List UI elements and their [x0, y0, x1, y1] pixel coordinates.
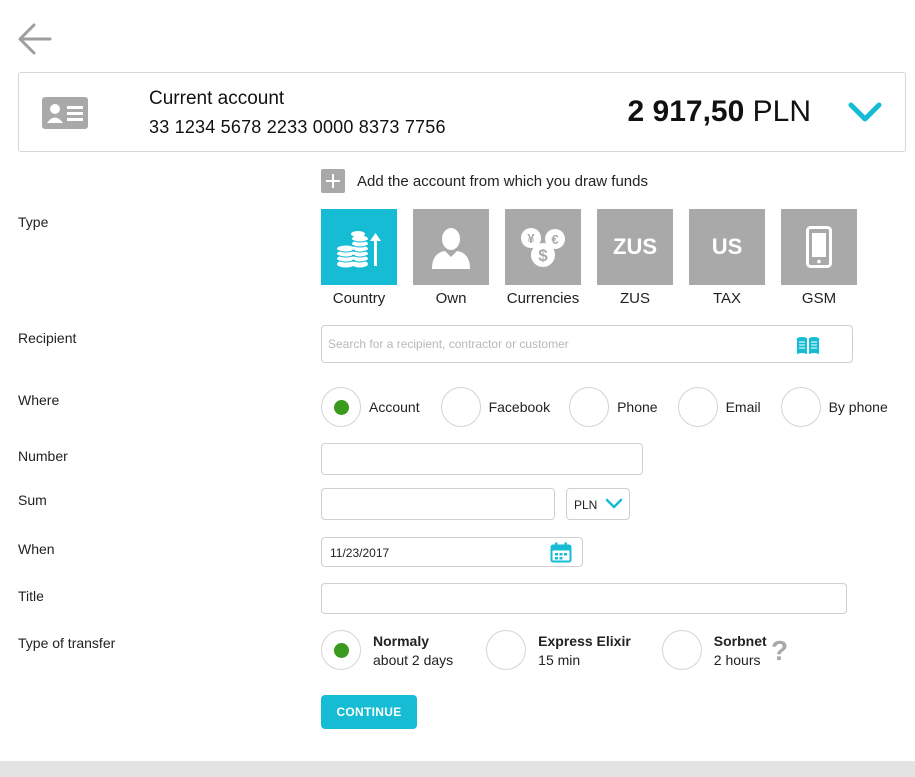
- transfer-speed-options: Normaly about 2 days Express Elixir 15 m…: [321, 630, 767, 670]
- transfer-option-desc: 15 min: [538, 652, 581, 668]
- radio-button[interactable]: [321, 387, 361, 427]
- radio-button[interactable]: [486, 630, 527, 670]
- radio-button[interactable]: [321, 630, 361, 670]
- transfer-option-normaly[interactable]: Normaly about 2 days: [321, 630, 453, 670]
- svg-text:¥: ¥: [527, 231, 535, 246]
- transfer-type-tiles: Country Own ¥ € $ Currencies ZUS ZUS US …: [321, 209, 873, 307]
- transfer-option-express-elixir[interactable]: Express Elixir 15 min: [486, 630, 631, 670]
- number-label: Number: [18, 448, 68, 464]
- radio-button[interactable]: [440, 387, 481, 427]
- type-label: Type: [18, 214, 49, 230]
- where-option-by-phone[interactable]: By phone: [780, 387, 888, 427]
- where-option-label: Email: [725, 399, 761, 415]
- where-option-label: Phone: [617, 399, 658, 415]
- account-selector[interactable]: Current account 33 1234 5678 2233 0000 8…: [18, 72, 906, 152]
- person-icon: [432, 228, 470, 269]
- balance-amount: 2 917,50: [627, 95, 745, 128]
- type-tile-currencies[interactable]: ¥ € $ Currencies: [505, 209, 581, 307]
- account-balance: 2 917,50 PLN: [628, 95, 811, 129]
- title-label: Title: [18, 588, 44, 604]
- chevron-down-icon: [605, 498, 623, 509]
- date-value: 11/23/2017: [330, 546, 390, 560]
- recipient-label: Recipient: [18, 330, 77, 346]
- add-source-account-label: Add the account from which you draw fund…: [357, 172, 648, 190]
- sum-input[interactable]: [322, 489, 554, 519]
- continue-button[interactable]: CONTINUE: [321, 695, 417, 729]
- type-tile-country[interactable]: Country: [321, 209, 397, 307]
- number-field: [321, 443, 643, 475]
- transfer-option-sorbnet[interactable]: Sorbnet 2 hours: [661, 630, 767, 670]
- where-option-label: Account: [369, 399, 420, 415]
- add-source-account-button[interactable]: Add the account from which you draw fund…: [321, 169, 648, 193]
- type-tile-label: Currencies: [506, 290, 580, 307]
- recipient-search-input[interactable]: [328, 334, 788, 354]
- footer-bar: [0, 761, 915, 777]
- back-arrow-icon[interactable]: [16, 22, 52, 56]
- transfer-option-desc: about 2 days: [373, 652, 454, 668]
- coins-growth-icon: [336, 231, 381, 268]
- where-label: Where: [18, 392, 60, 408]
- transfer-option-name: Express Elixir: [538, 633, 631, 649]
- type-of-transfer-label: Type of transfer: [18, 635, 116, 651]
- where-option-facebook[interactable]: Facebook: [440, 387, 551, 427]
- title-field: [321, 583, 847, 614]
- address-book-icon[interactable]: [796, 335, 820, 355]
- where-option-account[interactable]: Account: [321, 387, 420, 427]
- type-tile-own[interactable]: Own: [413, 209, 489, 307]
- type-tile-label: ZUS: [620, 290, 650, 307]
- zus-icon: ZUS: [613, 234, 657, 259]
- currency-value: PLN: [574, 498, 598, 512]
- balance-currency: PLN: [752, 95, 811, 128]
- transfer-option-name: Normaly: [373, 633, 430, 649]
- chevron-down-icon[interactable]: [847, 100, 883, 124]
- currency-select[interactable]: PLN: [566, 488, 630, 520]
- radio-button[interactable]: [780, 387, 821, 427]
- transfer-option-desc: 2 hours: [713, 652, 761, 668]
- transfer-option-name: Sorbnet: [713, 633, 767, 649]
- type-tile-zus[interactable]: ZUS ZUS: [597, 209, 673, 307]
- svg-text:€: €: [551, 232, 558, 247]
- id-card-icon: [42, 97, 88, 129]
- help-icon[interactable]: ?: [771, 636, 793, 666]
- currency-exchange-icon: ¥ € $: [521, 228, 565, 267]
- calendar-icon[interactable]: [550, 542, 572, 563]
- radio-button[interactable]: [661, 630, 702, 670]
- where-option-phone[interactable]: Phone: [569, 387, 658, 427]
- svg-text:$: $: [538, 246, 548, 265]
- type-tile-gsm[interactable]: GSM: [781, 209, 857, 307]
- plus-icon: [321, 169, 345, 193]
- type-tile-label: GSM: [801, 290, 837, 307]
- where-options: Account Facebook Phone Email By phone: [321, 387, 888, 427]
- type-tile-label: TAX: [712, 290, 742, 307]
- account-number: 33 1234 5678 2233 0000 8373 7756: [149, 117, 446, 137]
- type-tile-label: Country: [332, 290, 386, 307]
- date-field[interactable]: 11/23/2017: [321, 537, 583, 567]
- when-label: When: [18, 541, 55, 557]
- type-tile-tax[interactable]: US TAX: [689, 209, 765, 307]
- account-name: Current account: [149, 88, 285, 109]
- account-number-input[interactable]: [322, 444, 642, 474]
- type-tile-label: Own: [435, 290, 467, 307]
- sum-label: Sum: [18, 492, 47, 508]
- recipient-search: [321, 325, 853, 363]
- radio-button[interactable]: [677, 387, 718, 427]
- mobile-phone-icon: [806, 226, 832, 268]
- title-input[interactable]: [322, 584, 846, 613]
- where-option-label: Facebook: [488, 399, 551, 415]
- transfer-page: Current account 33 1234 5678 2233 0000 8…: [0, 0, 915, 777]
- where-option-label: By phone: [828, 399, 888, 415]
- where-option-email[interactable]: Email: [677, 387, 761, 427]
- radio-button[interactable]: [569, 387, 610, 427]
- sum-field: [321, 488, 555, 520]
- us-tax-icon: US: [711, 234, 743, 259]
